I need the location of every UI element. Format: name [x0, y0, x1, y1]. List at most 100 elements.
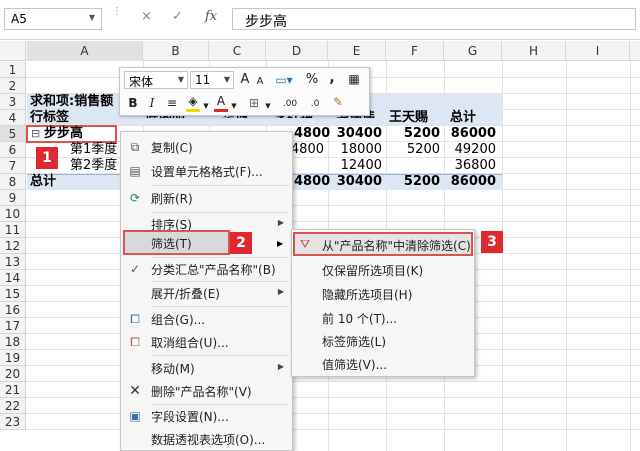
chevron-down-icon[interactable]: ▼	[230, 98, 238, 114]
menu-item-copy[interactable]: ⧉ 复制(C)	[121, 135, 292, 159]
select-all-corner[interactable]	[0, 41, 26, 61]
name-box[interactable]: A5 ▼	[4, 8, 102, 30]
menu-item-label: 值筛选(V)...	[322, 358, 388, 372]
comma-style-icon[interactable]: ,	[326, 70, 338, 86]
column-header-f[interactable]: F	[386, 41, 444, 61]
row-header[interactable]: 3	[0, 94, 26, 110]
enter-icon[interactable]: ✓	[172, 9, 183, 24]
row-header[interactable]: 22	[0, 398, 26, 414]
bold-icon[interactable]: B	[126, 95, 140, 111]
check-icon: ✓	[129, 262, 141, 276]
chevron-down-icon[interactable]: ▼	[264, 98, 272, 114]
row-header[interactable]: 10	[0, 206, 26, 222]
pivot-row-label[interactable]: 第1季度	[70, 142, 117, 158]
pivot-value: 12400	[340, 158, 382, 173]
row-header[interactable]: 13	[0, 254, 26, 270]
menu-item-expand-collapse[interactable]: 展开/折叠(E) ▶	[121, 281, 292, 305]
font-name-select[interactable]: 宋体 ▼	[124, 71, 188, 89]
step-badge-1: 1	[36, 147, 58, 169]
pivot-row-labels-header[interactable]: 行标签	[30, 110, 69, 126]
row-header[interactable]: 17	[0, 318, 26, 334]
pivot-value: 30400	[336, 174, 382, 189]
pivot-row-label[interactable]: 第2季度	[70, 158, 117, 174]
refresh-icon: ⟳	[129, 191, 141, 205]
increase-decimal-icon[interactable]: .00	[278, 96, 302, 112]
row-header[interactable]: 5	[0, 126, 26, 142]
shrink-font-icon[interactable]: A	[254, 74, 266, 90]
menu-item-move[interactable]: 移动(M) ▶	[121, 356, 292, 380]
menu-item-group[interactable]: ⧠ 组合(G)...	[121, 307, 292, 331]
chevron-down-icon[interactable]: ▼	[178, 75, 184, 84]
menu-item-clear-filter[interactable]: ⛛ 从"产品名称"中清除筛选(C)	[293, 232, 473, 256]
row-header[interactable]: 15	[0, 286, 26, 302]
formula-value: 步步高	[245, 14, 287, 30]
menu-item-value-filter[interactable]: 值筛选(V)...	[292, 352, 474, 376]
menu-item-pivot-options[interactable]: 数据透视表选项(O)...	[121, 427, 292, 451]
fx-icon[interactable]: fx	[205, 9, 217, 24]
drag-handle-icon[interactable]: ⋮	[112, 7, 122, 17]
menu-item-label: 设置单元格格式(F)...	[151, 165, 263, 179]
row-header[interactable]: 4	[0, 110, 26, 126]
row-header[interactable]: 23	[0, 414, 26, 430]
column-header-g[interactable]: G	[444, 41, 502, 61]
menu-item-label-filter[interactable]: 标签筛选(L)	[292, 329, 474, 353]
menu-item-hide-selected[interactable]: 隐藏所选项目(H)	[292, 282, 474, 306]
menu-item-filter[interactable]: 筛选(T)	[123, 230, 230, 255]
menu-item-format-cells[interactable]: ▤ 设置单元格格式(F)...	[121, 159, 292, 183]
row-header[interactable]: 14	[0, 270, 26, 286]
chevron-down-icon[interactable]: ▼	[89, 13, 95, 22]
pivot-value: 36800	[454, 158, 496, 173]
column-header-h[interactable]: H	[502, 41, 566, 61]
collapse-icon[interactable]: ⊟	[31, 126, 40, 142]
align-center-icon[interactable]: ≡	[164, 95, 180, 111]
menu-item-subtotal[interactable]: ✓ 分类汇总"产品名称"(B)	[121, 257, 292, 281]
column-header-e[interactable]: E	[328, 41, 386, 61]
row-header[interactable]: 9	[0, 190, 26, 206]
column-header-d[interactable]: D	[266, 41, 328, 61]
menu-item-label: 筛选(T)	[151, 237, 192, 251]
menu-item-field-settings[interactable]: ▣ 字段设置(N)...	[121, 404, 292, 428]
font-name-value: 宋体	[129, 75, 154, 89]
row-header[interactable]: 21	[0, 382, 26, 398]
row-header[interactable]: 6	[0, 142, 26, 158]
chevron-down-icon[interactable]: ▼	[202, 98, 210, 114]
row-header[interactable]: 7	[0, 158, 26, 174]
menu-item-delete-field[interactable]: ✕ 删除"产品名称"(V)	[121, 379, 292, 403]
row-header[interactable]: 18	[0, 334, 26, 350]
menu-item-ungroup[interactable]: ⧠ 取消组合(U)...	[121, 330, 292, 354]
column-header-b[interactable]: B	[143, 41, 209, 61]
percent-icon[interactable]: %	[304, 72, 320, 88]
number-format-icon[interactable]: ▭▾	[270, 72, 298, 88]
column-header-i[interactable]: I	[566, 41, 630, 61]
grow-font-icon[interactable]: A	[238, 72, 252, 88]
row-header[interactable]: 19	[0, 350, 26, 366]
row-header[interactable]: 16	[0, 302, 26, 318]
menu-item-keep-selected[interactable]: 仅保留所选项目(K)	[292, 258, 474, 282]
format-table-icon[interactable]: ▦	[346, 71, 362, 87]
name-box-value: A5	[11, 12, 27, 26]
column-header-a[interactable]: A	[27, 41, 143, 61]
chevron-down-icon[interactable]: ▼	[224, 75, 230, 84]
row-header[interactable]: 8	[0, 174, 26, 190]
menu-item-top-10[interactable]: 前 10 个(T)...	[292, 306, 474, 330]
formula-input[interactable]: 步步高	[232, 8, 636, 30]
menu-item-label: 仅保留所选项目(K)	[322, 264, 424, 278]
font-color-icon[interactable]: A	[214, 93, 228, 112]
borders-icon[interactable]: ⊞	[246, 95, 262, 111]
row-header[interactable]: 11	[0, 222, 26, 238]
cancel-icon[interactable]: ×	[141, 9, 152, 24]
row-header[interactable]: 20	[0, 366, 26, 382]
row-header[interactable]: 1	[0, 62, 26, 78]
menu-item-refresh[interactable]: ⟳ 刷新(R)	[121, 186, 292, 210]
menu-item-label: 从"产品名称"中清除筛选(C)	[322, 239, 471, 253]
row-header[interactable]: 12	[0, 238, 26, 254]
font-size-select[interactable]: 11 ▼	[190, 71, 234, 89]
pivot-row-label[interactable]: 步步高	[44, 126, 83, 142]
italic-icon[interactable]: I	[146, 95, 158, 111]
fill-color-icon[interactable]: ◈	[186, 93, 200, 112]
pivot-value: 5200	[403, 174, 440, 189]
row-header[interactable]: 2	[0, 78, 26, 94]
column-header-c[interactable]: C	[209, 41, 266, 61]
decrease-decimal-icon[interactable]: .0	[304, 96, 326, 112]
format-painter-icon[interactable]: ✎	[330, 94, 346, 110]
